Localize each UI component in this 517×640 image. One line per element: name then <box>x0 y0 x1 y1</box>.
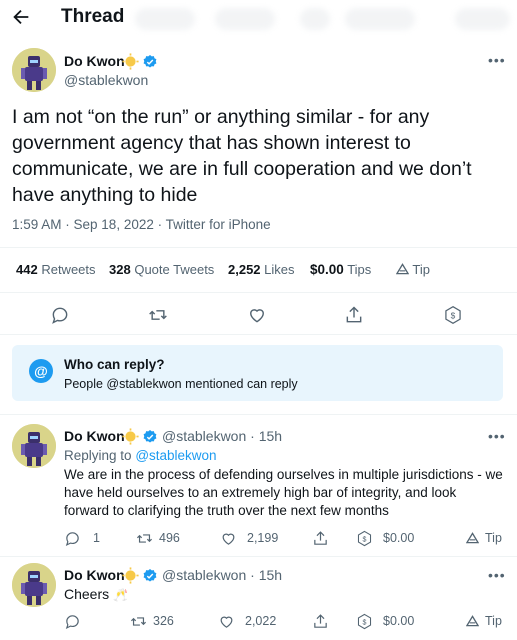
tip-amount: $0.00 <box>383 531 415 545</box>
reply-button[interactable] <box>64 612 81 630</box>
like-icon <box>222 533 235 545</box>
tip-label: Tip <box>485 531 502 545</box>
retweet-count: 326 <box>153 614 174 628</box>
tip-triangle-icon <box>395 263 410 275</box>
retweet-icon <box>136 533 153 543</box>
tip-dollar-icon: $ <box>445 305 461 325</box>
tweet-source[interactable]: Twitter for iPhone <box>166 217 271 232</box>
reply-button[interactable]: 1 <box>64 529 100 547</box>
tip-triangle-icon <box>466 615 479 627</box>
like-button[interactable]: 2,199 <box>220 529 278 547</box>
like-icon <box>220 616 233 628</box>
divider <box>0 292 517 293</box>
divider <box>0 556 517 557</box>
share-icon <box>314 613 327 628</box>
reply-author-name[interactable]: Do Kwon <box>64 567 125 583</box>
share-button[interactable] <box>312 612 329 630</box>
cheers-emoji: 🥂 <box>113 588 128 602</box>
share-button[interactable] <box>344 305 364 325</box>
like-count: 2,022 <box>245 614 277 628</box>
reply-handle-time[interactable]: @stablekwon · 15h <box>162 428 282 444</box>
author-handle[interactable]: @stablekwon <box>64 72 148 88</box>
more-icon[interactable]: ••• <box>488 567 506 583</box>
verified-icon <box>143 55 157 68</box>
meta-separator: · <box>61 217 74 232</box>
sun-badge-icon <box>122 428 139 445</box>
like-button[interactable]: 2,022 <box>218 612 276 630</box>
page-title: Thread <box>61 6 125 27</box>
reply-text: Cheers 🥂 <box>64 586 128 602</box>
who-can-reply-title: Who can reply? <box>64 357 165 372</box>
replying-to-handle[interactable]: @stablekwon <box>135 448 216 463</box>
tweet-meta: 1:59 AM · Sep 18, 2022 · Twitter for iPh… <box>12 217 271 232</box>
more-icon[interactable]: ••• <box>488 52 506 68</box>
reply-icon <box>65 614 79 629</box>
reply-button[interactable] <box>50 305 70 325</box>
at-icon: @ <box>29 359 53 383</box>
share-button[interactable] <box>312 529 329 547</box>
sun-badge-icon <box>122 567 139 584</box>
tip-button[interactable]: $ <box>443 305 463 325</box>
blurred-tab <box>345 8 415 30</box>
tip-button[interactable]: Tip <box>466 529 502 547</box>
tip-amount-button[interactable]: $ $0.00 <box>356 529 414 547</box>
avatar[interactable] <box>12 424 56 468</box>
divider <box>0 414 517 415</box>
tip-dollar-icon: $ <box>357 613 372 629</box>
svg-text:$: $ <box>451 310 456 320</box>
blurred-tab <box>135 8 195 30</box>
tips-stat[interactable]: $0.00 Tips <box>310 262 371 277</box>
like-icon <box>250 309 264 323</box>
tip-amount-button[interactable]: $ $0.00 <box>356 612 414 630</box>
who-can-reply-description: People @stablekwon mentioned can reply <box>64 377 298 391</box>
svg-text:$: $ <box>363 618 367 626</box>
blurred-tab <box>455 8 510 30</box>
like-count: 2,199 <box>247 531 279 545</box>
share-icon <box>346 306 362 323</box>
tweet-text: I am not “on the run” or anything simila… <box>12 106 472 206</box>
retweets-stat[interactable]: 442 Retweets <box>16 262 96 277</box>
top-bar: Thread <box>0 0 517 36</box>
verified-icon <box>143 569 157 582</box>
reply-count: 1 <box>93 531 100 545</box>
tip-triangle-icon <box>466 532 479 544</box>
svg-text:$: $ <box>363 535 367 543</box>
avatar[interactable] <box>12 563 56 607</box>
reply-author-name[interactable]: Do Kwon <box>64 428 125 444</box>
verified-icon <box>143 430 157 443</box>
reply-handle-time[interactable]: @stablekwon · 15h <box>162 567 282 583</box>
divider <box>0 247 517 248</box>
share-icon <box>314 530 327 545</box>
likes-stat[interactable]: 2,252 Likes <box>228 262 295 277</box>
tip-amount: $0.00 <box>383 614 415 628</box>
retweet-count: 496 <box>159 531 180 545</box>
retweet-icon <box>130 616 147 626</box>
who-can-reply-box: @ Who can reply? People @stablekwon ment… <box>12 345 503 401</box>
divider <box>0 334 517 335</box>
author-name[interactable]: Do Kwon <box>64 53 125 69</box>
blurred-tab <box>215 8 275 30</box>
avatar[interactable] <box>12 48 56 92</box>
sun-badge-icon <box>122 53 139 70</box>
tweet-time[interactable]: 1:59 AM <box>12 217 62 232</box>
tip-label: Tip <box>485 614 502 628</box>
retweet-button[interactable]: 496 <box>136 529 180 547</box>
tip-dollar-icon: $ <box>357 530 372 546</box>
tip-stat[interactable]: Tip <box>395 262 430 277</box>
like-button[interactable] <box>247 305 267 325</box>
retweet-button[interactable] <box>148 305 168 325</box>
tweet-date[interactable]: Sep 18, 2022 <box>74 217 154 232</box>
back-arrow-icon[interactable] <box>10 6 32 28</box>
retweet-icon <box>149 310 167 320</box>
retweet-button[interactable]: 326 <box>130 612 174 630</box>
reply-text: We are in the process of defending ourse… <box>64 467 503 518</box>
reply-icon <box>65 531 79 546</box>
reply-icon <box>52 307 68 324</box>
quote-tweets-stat[interactable]: 328 Quote Tweets <box>109 262 214 277</box>
more-icon[interactable]: ••• <box>488 428 506 444</box>
tip-button[interactable]: Tip <box>466 612 502 630</box>
meta-separator: · <box>153 217 166 232</box>
replying-to: Replying to @stablekwon <box>64 448 217 463</box>
blurred-tab <box>300 8 330 30</box>
